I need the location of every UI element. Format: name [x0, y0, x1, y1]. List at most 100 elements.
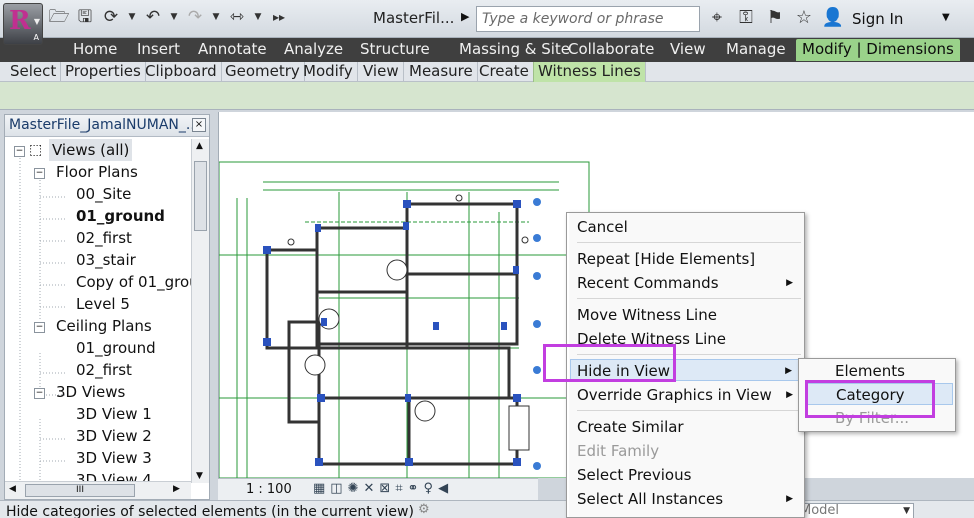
- save-icon[interactable]: 🖫: [74, 6, 96, 28]
- quick-access-toolbar: 🗁 🖫 ⟳ ▼ ↶ ▼ ↷ ▼ ⇿ ▼ ▸▸: [48, 6, 290, 28]
- tree-item-01-ground[interactable]: 01_ground: [76, 205, 165, 227]
- menu-item-move-witness-line[interactable]: Move Witness Line: [577, 304, 803, 326]
- menu-item-label: Repeat [Hide Elements]: [577, 250, 756, 268]
- sync-icon[interactable]: ⟳: [100, 6, 122, 28]
- submenu-arrow-icon: ▶: [786, 494, 793, 504]
- subscription-key-icon[interactable]: ⚿: [734, 6, 758, 30]
- sun-path-icon[interactable]: ✺: [348, 481, 359, 496]
- redo-icon[interactable]: ↷: [184, 6, 206, 28]
- show-crop-icon[interactable]: ⌗: [395, 481, 402, 496]
- horizontal-scrollbar[interactable]: ◀ III ▶: [5, 481, 191, 499]
- menu-item-repeat[interactable]: Repeat [Hide Elements]: [577, 248, 803, 270]
- tab-modify-dimensions[interactable]: Modify | Dimensions: [796, 39, 960, 61]
- panel-modify[interactable]: Modify: [299, 62, 358, 82]
- open-folder-icon[interactable]: 🗁: [48, 6, 70, 28]
- tab-collaborate[interactable]: Collaborate: [568, 39, 654, 61]
- tree-item-level-5[interactable]: Level 5: [76, 293, 130, 315]
- model-selector[interactable]: Model ▼: [796, 503, 914, 518]
- tree-item-3d-view-1[interactable]: 3D View 1: [76, 403, 152, 425]
- tab-manage[interactable]: Manage: [726, 39, 786, 61]
- tree-item-3d-view-2[interactable]: 3D View 2: [76, 425, 152, 447]
- binoculars-icon[interactable]: ⌖: [705, 6, 729, 30]
- worksharing-icon[interactable]: ⚙: [418, 502, 430, 517]
- vertical-scrollbar[interactable]: ▲ ▼: [191, 139, 209, 483]
- panel-measure[interactable]: Measure: [405, 62, 478, 82]
- tab-annotate[interactable]: Annotate: [198, 39, 267, 61]
- chevron-down-icon[interactable]: ▼: [942, 12, 950, 23]
- model-selector-label: Model: [800, 503, 840, 518]
- view-control-bar: 1 : 100 ▦ ◫ ✺ ✕ ⊠ ⌗ ⚭ ♀ ◀: [218, 478, 538, 500]
- menu-item-label: Select Previous: [577, 466, 692, 484]
- scroll-down-icon[interactable]: ▼: [196, 471, 203, 481]
- detail-level-icon[interactable]: ▦: [313, 481, 325, 496]
- status-bar: Hide categories of selected elements (in…: [0, 500, 974, 518]
- panel-create[interactable]: Create: [475, 62, 534, 82]
- tree-item-copy-of-01-ground[interactable]: Copy of 01_grou: [76, 271, 191, 293]
- user-icon[interactable]: 👤: [821, 6, 845, 30]
- tree-item-ceiling-plans[interactable]: Ceiling Plans: [56, 315, 152, 337]
- chevron-down-icon[interactable]: ▼: [210, 6, 222, 28]
- tab-home[interactable]: Home: [73, 39, 117, 61]
- close-icon[interactable]: ×: [192, 118, 206, 132]
- menu-item-create-similar[interactable]: Create Similar: [577, 416, 803, 438]
- undo-icon[interactable]: ↶: [142, 6, 164, 28]
- collapse-toggle[interactable]: −: [34, 388, 45, 399]
- collapse-toggle[interactable]: −: [14, 146, 25, 157]
- chevron-down-icon[interactable]: ▼: [126, 6, 138, 28]
- tree-item-03-stair[interactable]: 03_stair: [76, 249, 136, 271]
- measure-icon[interactable]: ⇿: [226, 6, 248, 28]
- expand-toolbar-icon[interactable]: ▸▸: [268, 6, 290, 28]
- tree-item-3d-views[interactable]: 3D Views: [56, 381, 125, 403]
- shadows-icon[interactable]: ✕: [364, 481, 375, 496]
- tree-item-00-site[interactable]: 00_Site: [76, 183, 131, 205]
- search-box[interactable]: [476, 6, 700, 32]
- menu-item-select-previous[interactable]: Select Previous: [577, 464, 803, 486]
- menu-item-cancel[interactable]: Cancel: [577, 216, 803, 238]
- menu-item-label: Select All Instances: [577, 490, 724, 508]
- scroll-left-icon[interactable]: ◀: [9, 484, 16, 494]
- panel-properties[interactable]: Properties: [61, 62, 146, 82]
- sign-in-link[interactable]: Sign In: [852, 10, 903, 28]
- submenu-item-elements[interactable]: Elements: [835, 360, 953, 382]
- tab-massing-site[interactable]: Massing & Site: [459, 39, 570, 61]
- communication-icon[interactable]: ⚑: [763, 6, 787, 30]
- scroll-right-icon[interactable]: ▶: [173, 484, 180, 494]
- panel-witness-lines[interactable]: Witness Lines: [533, 62, 646, 82]
- menu-item-select-all-instances[interactable]: Select All Instances ▶: [577, 488, 803, 510]
- tab-analyze[interactable]: Analyze: [284, 39, 343, 61]
- menu-item-override-graphics[interactable]: Override Graphics in View ▶: [577, 384, 803, 406]
- panel-clipboard[interactable]: Clipboard: [141, 62, 222, 82]
- tab-view[interactable]: View: [670, 39, 706, 61]
- menu-item-recent-commands[interactable]: Recent Commands ▶: [577, 272, 803, 294]
- tree-item-floor-plans[interactable]: Floor Plans: [56, 161, 138, 183]
- reveal-hidden-icon[interactable]: ♀: [424, 481, 434, 496]
- star-icon[interactable]: ☆: [792, 6, 816, 30]
- crop-view-icon[interactable]: ⊠: [379, 481, 390, 496]
- tree-item-3d-view-3[interactable]: 3D View 3: [76, 447, 152, 469]
- scroll-up-icon[interactable]: ▲: [196, 141, 203, 151]
- search-input[interactable]: [482, 11, 694, 27]
- collapse-toggle[interactable]: −: [34, 322, 45, 333]
- collapse-toggle[interactable]: −: [34, 168, 45, 179]
- scroll-thumb[interactable]: III: [25, 484, 135, 497]
- temporary-hide-icon[interactable]: ⚭: [408, 481, 419, 496]
- visual-style-icon[interactable]: ◫: [330, 481, 342, 496]
- tab-structure[interactable]: Structure: [360, 39, 430, 61]
- chevron-down-icon[interactable]: ▼: [903, 504, 910, 518]
- chevron-down-icon[interactable]: ▼: [168, 6, 180, 28]
- tab-insert[interactable]: Insert: [137, 39, 180, 61]
- scroll-left-icon[interactable]: ◀: [438, 481, 448, 496]
- chevron-down-icon: ▼: [33, 17, 40, 26]
- view-scale[interactable]: 1 : 100: [246, 482, 292, 497]
- tree-item-views-all[interactable]: Views (all): [49, 139, 133, 161]
- infocenter-icons: ⌖ ⚿ ⚑ ☆ 👤: [705, 6, 845, 30]
- panel-select[interactable]: Select: [6, 62, 62, 82]
- tree-item-02-first[interactable]: 02_first: [76, 227, 132, 249]
- chevron-down-icon[interactable]: ▼: [252, 6, 264, 28]
- scroll-thumb[interactable]: [194, 161, 207, 231]
- tree-item-ceiling-01-ground[interactable]: 01_ground: [76, 337, 156, 359]
- application-menu-button[interactable]: R ▼ A: [3, 3, 43, 45]
- panel-view[interactable]: View: [359, 62, 404, 82]
- tree-item-ceiling-02-first[interactable]: 02_first: [76, 359, 132, 381]
- panel-geometry[interactable]: Geometry: [221, 62, 305, 82]
